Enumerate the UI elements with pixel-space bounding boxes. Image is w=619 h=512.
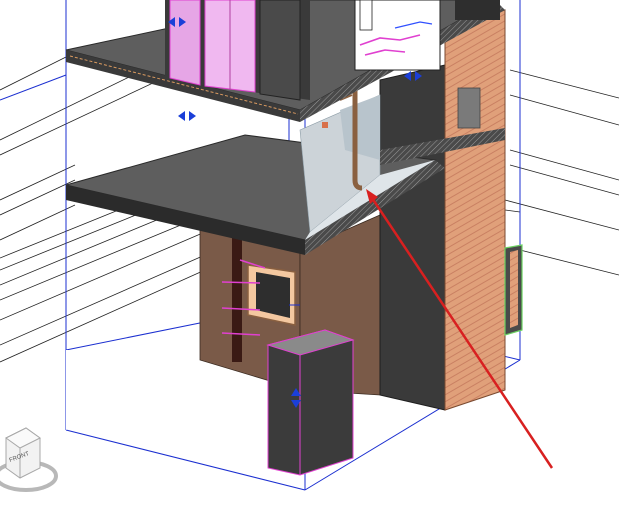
wall-column <box>232 232 242 362</box>
flip-control-slab[interactable] <box>178 111 196 121</box>
building-model-3d[interactable] <box>0 0 619 512</box>
ground-floor <box>66 350 200 430</box>
side-equipment-panel <box>510 250 518 328</box>
wall-panel <box>457 87 481 129</box>
pipe-fitting <box>322 122 328 128</box>
upper-room-magenta-panel[interactable] <box>169 0 201 86</box>
viewcube[interactable]: FRONT <box>0 418 62 498</box>
dark-shaft[interactable] <box>379 64 446 411</box>
viewcube-icon[interactable]: FRONT <box>0 418 62 498</box>
3d-viewport[interactable]: FRONT <box>0 0 619 512</box>
upper-room-door[interactable] <box>259 0 301 101</box>
wood-wall[interactable] <box>444 9 506 411</box>
window-opening <box>256 272 290 318</box>
